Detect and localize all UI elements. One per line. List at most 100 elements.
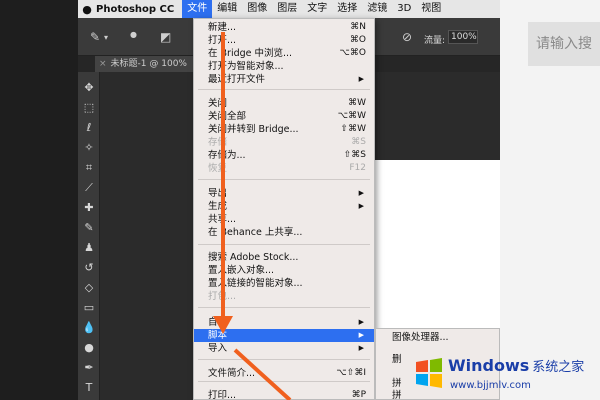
menu-item-label: 搜索 Adobe Stock...: [208, 252, 299, 263]
file-menu-item[interactable]: 恢复 F12: [194, 162, 374, 175]
file-menu-item[interactable]: 生成 ▶: [194, 200, 374, 213]
file-menu-item[interactable]: 最近打开文件 ▶: [194, 73, 374, 86]
menu-layer[interactable]: 图层: [272, 0, 302, 18]
menu-file[interactable]: 文件: [182, 0, 213, 18]
menu-item-label: 打印...: [208, 390, 237, 400]
file-menu-item[interactable]: 存储为... ⇧⌘S: [194, 149, 374, 162]
chevron-down-icon[interactable]: ▾: [104, 33, 108, 42]
file-menu-dropdown: 新建... ⌘N 打开... ⌘O 在 Bridge 中浏览... ⌥⌘O 打开为智能对象.…: [193, 18, 375, 400]
menu-3d[interactable]: 3D: [392, 0, 416, 18]
gradient-tool-icon[interactable]: ▭: [81, 300, 97, 316]
menu-image[interactable]: 图像: [242, 0, 272, 18]
document-tab[interactable]: × 未标题-1 @ 100%: [95, 56, 195, 72]
file-menu-item[interactable]: 关闭并转到 Bridge... ⇧⌘W: [194, 123, 374, 136]
marquee-tool-icon[interactable]: ⬚: [81, 100, 97, 116]
menu-separator: [198, 381, 370, 382]
file-menu-item[interactable]: 打印... ⌘P: [194, 389, 374, 400]
brush-panel-icon[interactable]: ◩: [160, 30, 171, 44]
menu-item-label: 自动: [208, 317, 228, 328]
menu-item-label: 新建...: [208, 22, 237, 33]
menu-item-label: 打开...: [208, 35, 237, 46]
file-menu-item[interactable]: 新建... ⌘N: [194, 21, 374, 34]
file-menu-item[interactable]: 置入链接的智能对象...: [194, 277, 374, 290]
submenu-item-image-processor[interactable]: 图像处理器...: [376, 331, 499, 345]
blur-tool-icon[interactable]: 💧: [81, 320, 97, 336]
menu-item-label: 在 Behance 上共享...: [208, 227, 303, 238]
menu-filter[interactable]: 滤镜: [362, 0, 392, 18]
pressure-opacity-icon[interactable]: ⊘: [402, 30, 412, 44]
document-title: 未标题-1 @ 100%: [110, 59, 187, 69]
menu-view[interactable]: 视图: [416, 0, 446, 18]
menu-item-label: 导入: [208, 343, 228, 354]
submenu-arrow-icon: ▶: [358, 344, 364, 352]
file-menu-item[interactable]: 打开... ⌘O: [194, 34, 374, 47]
file-menu-item[interactable]: 关闭 ⌘W: [194, 97, 374, 110]
pen-tool-icon[interactable]: ✒: [81, 360, 97, 376]
file-menu-item[interactable]: 导入 ▶: [194, 342, 374, 355]
file-menu-item[interactable]: 置入嵌入对象...: [194, 264, 374, 277]
file-menu-item[interactable]: 共享...: [194, 213, 374, 226]
watermark-title: Windows 系统之家: [448, 356, 585, 375]
file-menu-item[interactable]: 脚本 ▶: [194, 329, 374, 342]
lasso-tool-icon[interactable]: ℓ: [81, 120, 97, 136]
file-menu-item[interactable]: 文件简介... ⌥⇧⌘I: [194, 367, 374, 380]
brush-tool-icon[interactable]: ✎: [90, 30, 100, 44]
file-menu-item[interactable]: 搜索 Adobe Stock...: [194, 251, 374, 264]
menu-item-label: 关闭: [208, 98, 228, 109]
menu-item-shortcut: ⌥⌘W: [337, 111, 366, 121]
close-icon[interactable]: ×: [99, 59, 107, 69]
app-name[interactable]: Photoshop CC: [96, 4, 174, 15]
eyedropper-tool-icon[interactable]: ⟋: [81, 180, 97, 196]
search-input[interactable]: 请输入搜: [528, 22, 600, 66]
healing-tool-icon[interactable]: ✚: [81, 200, 97, 216]
eraser-tool-icon[interactable]: ◇: [81, 280, 97, 296]
apple-icon[interactable]: ●: [78, 3, 96, 16]
stamp-tool-icon[interactable]: ♟: [81, 240, 97, 256]
menu-edit[interactable]: 编辑: [212, 0, 242, 18]
menu-item-label: 共享...: [208, 214, 237, 225]
mac-menu-bar: ● Photoshop CC 文件 编辑 图像 图层 文字 选择 滤镜 3D 视…: [78, 0, 500, 18]
menu-item-label: 最近打开文件: [208, 74, 266, 85]
menu-item-shortcut: ⇧⌘S: [343, 150, 366, 160]
menu-item-label: 恢复: [208, 163, 228, 174]
brush-tool-icon[interactable]: ✎: [81, 220, 97, 236]
file-menu-item[interactable]: 打包...: [194, 290, 374, 303]
menu-item-label: 在 Bridge 中浏览...: [208, 48, 293, 59]
menu-separator: [198, 179, 370, 180]
type-tool-icon[interactable]: T: [81, 380, 97, 396]
windows-logo-icon: [416, 358, 442, 388]
menu-item-label: 文件简介...: [208, 368, 256, 379]
crop-tool-icon[interactable]: ⌗: [81, 160, 97, 176]
menu-item-label: 生成: [208, 201, 228, 212]
submenu-arrow-icon: ▶: [358, 318, 364, 326]
brush-size-icon[interactable]: ●: [130, 30, 137, 39]
menu-item-label: 脚本: [208, 330, 228, 341]
left-gutter: [0, 0, 78, 400]
file-menu-item[interactable]: 存储 ⌘S: [194, 136, 374, 149]
history-brush-tool-icon[interactable]: ↺: [81, 260, 97, 276]
menu-item-shortcut: ⌘P: [351, 390, 366, 400]
watermark: Windows 系统之家 www.bjjmlv.com: [410, 352, 600, 400]
flow-input[interactable]: 100%: [448, 30, 478, 44]
menu-item-label: 置入链接的智能对象...: [208, 278, 303, 289]
menu-select[interactable]: 选择: [332, 0, 362, 18]
submenu-arrow-icon: ▶: [358, 189, 364, 197]
file-menu-item[interactable]: 自动 ▶: [194, 316, 374, 329]
menu-separator: [198, 359, 370, 360]
file-menu-item[interactable]: 打开为智能对象...: [194, 60, 374, 73]
file-menu-item[interactable]: 关闭全部 ⌥⌘W: [194, 110, 374, 123]
submenu-arrow-icon: ▶: [358, 75, 364, 83]
submenu-arrow-icon: ▶: [358, 202, 364, 210]
file-menu-item[interactable]: 导出 ▶: [194, 187, 374, 200]
move-tool-icon[interactable]: ✥: [81, 80, 97, 96]
file-menu-item[interactable]: 在 Bridge 中浏览... ⌥⌘O: [194, 47, 374, 60]
menu-item-shortcut: F12: [349, 163, 366, 173]
menu-separator: [198, 244, 370, 245]
quick-select-tool-icon[interactable]: ✧: [81, 140, 97, 156]
menu-item-shortcut: ⌘O: [349, 35, 366, 45]
dodge-tool-icon[interactable]: ●: [81, 340, 97, 356]
menu-type[interactable]: 文字: [302, 0, 332, 18]
menu-item-label: 存储为...: [208, 150, 246, 161]
file-menu-item[interactable]: 在 Behance 上共享...: [194, 226, 374, 239]
menu-item-label: 存储: [208, 137, 228, 148]
